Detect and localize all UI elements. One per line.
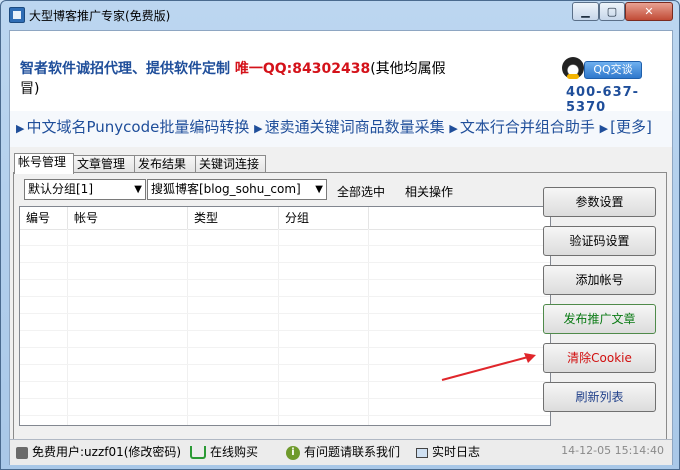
tab-articles[interactable]: 文章管理 bbox=[73, 155, 135, 173]
link-arrow-icon: ▶ bbox=[16, 122, 25, 135]
red-arrow-icon bbox=[441, 353, 536, 381]
minimize-button[interactable]: ▁ bbox=[572, 2, 599, 21]
column-header-account[interactable]: 帐号 bbox=[68, 207, 188, 229]
info-icon: i bbox=[286, 445, 300, 460]
status-user-text: 免费用户:uzzf01(修改密码) bbox=[32, 445, 182, 459]
chevron-down-icon: ▼ bbox=[134, 184, 142, 195]
user-icon bbox=[16, 446, 28, 459]
window-title: 大型博客推广专家(免费版) bbox=[29, 9, 171, 23]
status-timestamp: 14-12-05 15:14:40 bbox=[561, 444, 664, 457]
accounts-panel: 默认分组[1] ▼ 搜狐博客[blog_sohu_com] ▼ 全部选中 相关操… bbox=[13, 172, 667, 450]
clear-cookie-button[interactable]: 清除Cookie bbox=[543, 343, 656, 373]
tab-accounts[interactable]: 帐号管理 bbox=[14, 153, 74, 174]
qq-chat-button[interactable]: QQ交谈 bbox=[562, 57, 644, 79]
link-text-merge[interactable]: 文本行合并组合助手 bbox=[460, 118, 595, 136]
add-account-button[interactable]: 添加帐号 bbox=[543, 265, 656, 295]
table-body bbox=[20, 229, 550, 425]
blog-select[interactable]: 搜狐博客[blog_sohu_com] ▼ bbox=[147, 179, 327, 200]
table-header: 编号 帐号 类型 分组 bbox=[20, 207, 550, 230]
links-bar: ▶ 中文域名Punycode批量编码转换 ▶ 速卖通关键词商品数量采集 ▶ 文本行合并… bbox=[10, 111, 672, 147]
group-select[interactable]: 默认分组[1] ▼ bbox=[24, 179, 146, 200]
title-bar[interactable]: 大型博客推广专家(免费版) ▁ ▢ ✕ bbox=[1, 1, 679, 29]
status-log[interactable]: 实时日志 bbox=[416, 444, 480, 461]
status-user[interactable]: 免费用户:uzzf01(修改密码) bbox=[16, 444, 181, 461]
promo-text: 智者软件诚招代理、提供软件定制 bbox=[20, 61, 230, 77]
captcha-settings-button[interactable]: 验证码设置 bbox=[543, 226, 656, 256]
link-more[interactable]: [更多] bbox=[610, 118, 652, 136]
refresh-list-button[interactable]: 刷新列表 bbox=[543, 382, 656, 412]
params-button[interactable]: 参数设置 bbox=[543, 187, 656, 217]
tab-keywords[interactable]: 关键词连接 bbox=[195, 155, 266, 173]
status-contact-text: 有问题请联系我们 bbox=[304, 445, 401, 459]
status-log-text: 实时日志 bbox=[432, 445, 481, 459]
app-window: 大型博客推广专家(免费版) ▁ ▢ ✕ 智者软件诚招代理、提供软件定制 唯一QQ… bbox=[0, 0, 680, 470]
close-button[interactable]: ✕ bbox=[625, 2, 673, 21]
chevron-down-icon: ▼ bbox=[315, 184, 323, 195]
promo-line: 智者软件诚招代理、提供软件定制 唯一QQ:84302438(其他均属假冒) bbox=[20, 59, 460, 99]
status-bar: 免费用户:uzzf01(修改密码) 在线购买 i 有问题请联系我们 实时日志 14… bbox=[10, 439, 672, 465]
status-contact[interactable]: i 有问题请联系我们 bbox=[286, 444, 400, 461]
tab-results[interactable]: 发布结果 bbox=[134, 155, 196, 173]
column-header-type[interactable]: 类型 bbox=[188, 207, 279, 229]
client-area: 智者软件诚招代理、提供软件定制 唯一QQ:84302438(其他均属假冒) QQ… bbox=[9, 30, 673, 465]
publish-article-button[interactable]: 发布推广文章 bbox=[543, 304, 656, 334]
status-buy[interactable]: 在线购买 bbox=[190, 444, 258, 461]
link-punycode[interactable]: 中文域名Punycode批量编码转换 bbox=[26, 118, 249, 136]
qq-penguin-icon bbox=[562, 57, 584, 79]
select-all-button[interactable]: 全部选中 bbox=[337, 183, 385, 200]
blog-select-value: 搜狐博客[blog_sohu_com] bbox=[151, 182, 301, 196]
column-header-group[interactable]: 分组 bbox=[279, 207, 369, 229]
status-buy-text: 在线购买 bbox=[210, 445, 259, 459]
related-ops-button[interactable]: 相关操作 bbox=[405, 183, 453, 200]
qq-prefix: 唯一QQ: bbox=[234, 61, 293, 77]
link-arrow-icon: ▶ bbox=[254, 122, 263, 135]
accounts-table[interactable]: 编号 帐号 类型 分组 bbox=[19, 206, 551, 426]
app-icon bbox=[9, 7, 25, 23]
promo-banner: 智者软件诚招代理、提供软件定制 唯一QQ:84302438(其他均属假冒) QQ… bbox=[10, 31, 672, 115]
cart-icon bbox=[190, 446, 206, 459]
qq-number: 84302438 bbox=[292, 61, 371, 77]
column-header-id[interactable]: 编号 bbox=[20, 207, 68, 229]
monitor-icon bbox=[416, 447, 428, 458]
link-arrow-icon: ▶ bbox=[449, 122, 458, 135]
link-arrow-icon: ▶ bbox=[599, 122, 609, 135]
qq-chat-label: QQ交谈 bbox=[584, 61, 642, 79]
link-aliexpress[interactable]: 速卖通关键词商品数量采集 bbox=[265, 118, 445, 136]
maximize-button[interactable]: ▢ bbox=[599, 2, 625, 21]
group-select-value: 默认分组[1] bbox=[28, 182, 93, 196]
